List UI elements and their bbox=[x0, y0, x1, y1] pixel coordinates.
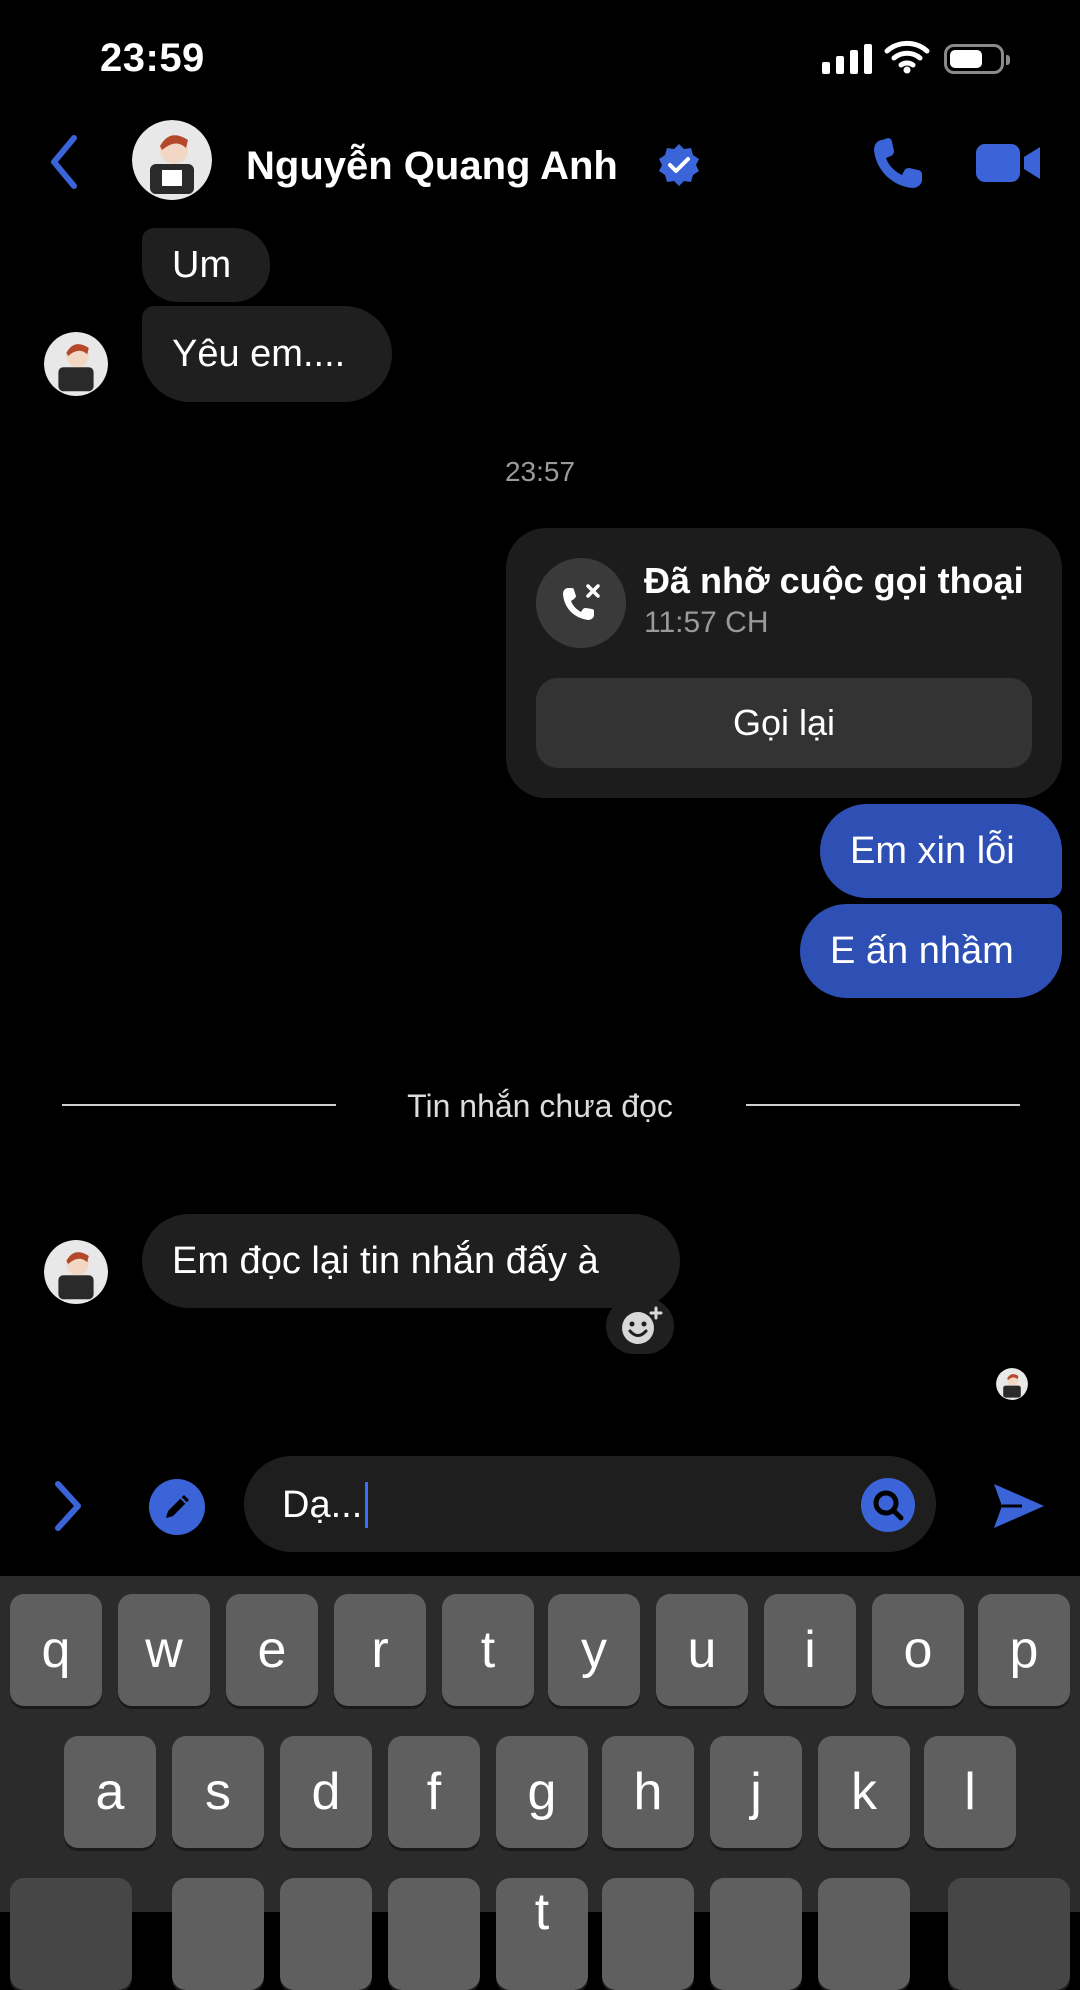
sender-avatar[interactable] bbox=[44, 332, 108, 396]
key-k[interactable]: k bbox=[818, 1736, 910, 1848]
voice-call-button[interactable] bbox=[868, 134, 928, 194]
missed-call-time: 11:57 CH bbox=[644, 606, 769, 639]
incoming-message[interactable]: Um bbox=[142, 228, 270, 302]
key-row3[interactable] bbox=[818, 1878, 910, 1990]
outgoing-message[interactable]: E ấn nhầm bbox=[800, 904, 1062, 998]
key-g[interactable]: g bbox=[496, 1736, 588, 1848]
key-row3[interactable] bbox=[172, 1878, 264, 1990]
call-back-button[interactable]: Gọi lại bbox=[536, 678, 1032, 768]
on-screen-keyboard: q w e r t y u i o p a s d f g h j k l t bbox=[0, 1576, 1080, 1990]
key-row3[interactable]: t bbox=[496, 1878, 588, 1990]
signal-icon bbox=[822, 44, 872, 74]
key-a[interactable]: a bbox=[64, 1736, 156, 1848]
key-h[interactable]: h bbox=[602, 1736, 694, 1848]
key-t[interactable]: t bbox=[442, 1594, 534, 1706]
missed-call-icon bbox=[536, 558, 626, 648]
add-reaction-icon[interactable] bbox=[606, 1298, 674, 1354]
divider-line-right bbox=[746, 1104, 1020, 1106]
wifi-icon bbox=[884, 40, 930, 74]
message-input-value: Dạ... bbox=[282, 1483, 363, 1526]
compose-pencil-icon[interactable] bbox=[148, 1478, 206, 1536]
seen-receipt-avatar bbox=[996, 1368, 1028, 1400]
shift-key[interactable] bbox=[10, 1878, 132, 1990]
message-input-text[interactable]: Dạ... bbox=[282, 1482, 369, 1528]
verified-badge-icon bbox=[659, 144, 699, 186]
key-j[interactable]: j bbox=[710, 1736, 802, 1848]
expand-actions-button[interactable] bbox=[48, 1478, 88, 1534]
key-row3[interactable] bbox=[388, 1878, 480, 1990]
back-button[interactable] bbox=[44, 132, 84, 192]
contact-avatar[interactable] bbox=[132, 120, 212, 200]
send-button[interactable] bbox=[990, 1478, 1046, 1534]
unread-divider-label: Tin nhắn chưa đọc bbox=[407, 1088, 673, 1124]
battery-icon bbox=[944, 44, 1010, 74]
incoming-message[interactable]: Yêu em.... bbox=[142, 306, 392, 402]
search-icon[interactable] bbox=[860, 1477, 916, 1533]
key-y[interactable]: y bbox=[548, 1594, 640, 1706]
sender-avatar[interactable] bbox=[44, 1240, 108, 1304]
key-u[interactable]: u bbox=[656, 1594, 748, 1706]
text-caret bbox=[365, 1482, 369, 1528]
key-w[interactable]: w bbox=[118, 1594, 210, 1706]
key-r[interactable]: r bbox=[334, 1594, 426, 1706]
video-call-button[interactable] bbox=[974, 138, 1042, 188]
key-row3[interactable] bbox=[602, 1878, 694, 1990]
key-row3[interactable] bbox=[710, 1878, 802, 1990]
key-e[interactable]: e bbox=[226, 1594, 318, 1706]
status-time: 23:59 bbox=[100, 36, 205, 80]
contact-name[interactable]: Nguyễn Quang Anh bbox=[246, 144, 618, 189]
outgoing-message[interactable]: Em xin lỗi bbox=[820, 804, 1062, 898]
message-timestamp: 23:57 bbox=[504, 456, 576, 487]
key-o[interactable]: o bbox=[872, 1594, 964, 1706]
missed-call-title: Đã nhỡ cuộc gọi thoại bbox=[644, 560, 1024, 601]
incoming-message[interactable]: Em đọc lại tin nhắn đấy à bbox=[142, 1214, 680, 1308]
key-s[interactable]: s bbox=[172, 1736, 264, 1848]
key-f[interactable]: f bbox=[388, 1736, 480, 1848]
key-p[interactable]: p bbox=[978, 1594, 1070, 1706]
key-l[interactable]: l bbox=[924, 1736, 1016, 1848]
backspace-key[interactable] bbox=[948, 1878, 1070, 1990]
key-d[interactable]: d bbox=[280, 1736, 372, 1848]
key-i[interactable]: i bbox=[764, 1594, 856, 1706]
key-q[interactable]: q bbox=[10, 1594, 102, 1706]
key-row3[interactable] bbox=[280, 1878, 372, 1990]
